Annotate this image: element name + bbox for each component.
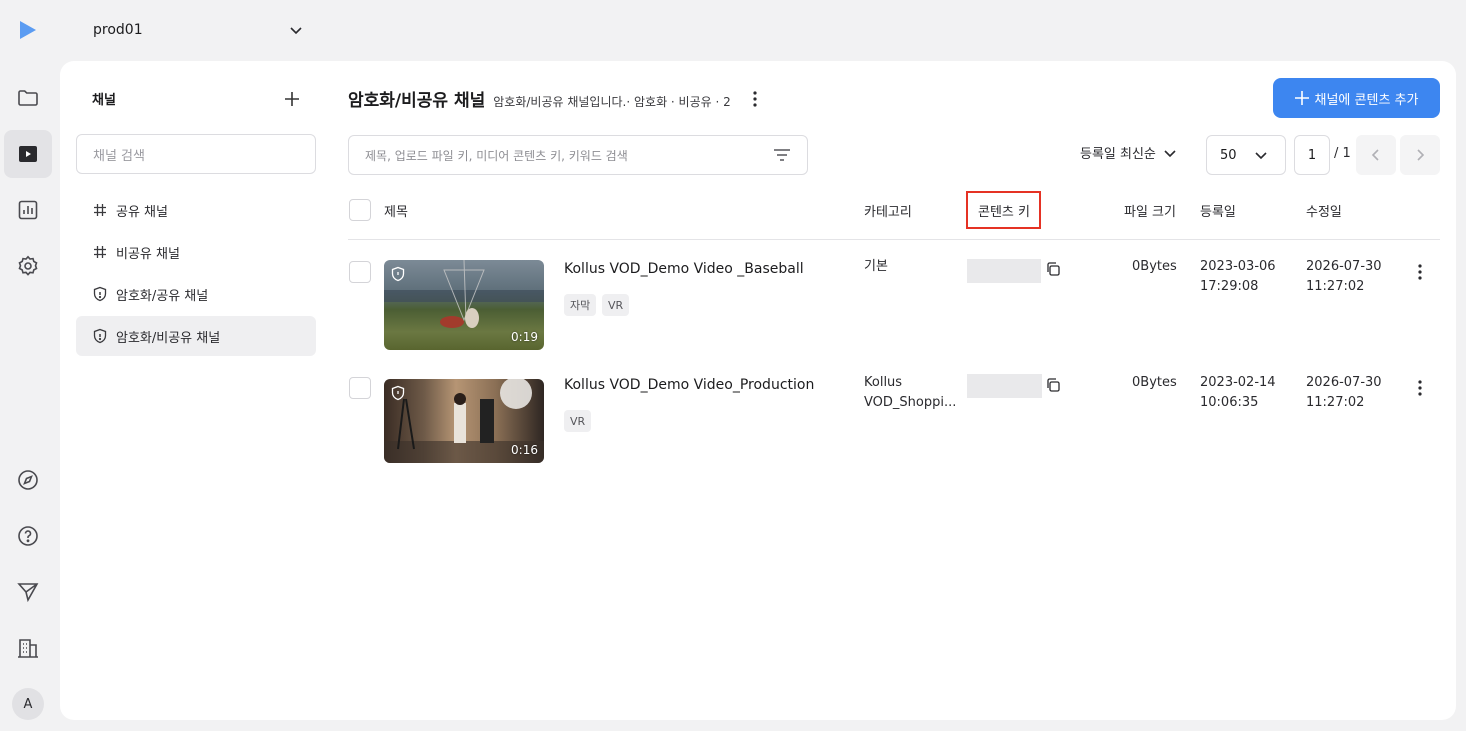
avatar[interactable]: A [12, 688, 44, 720]
sidebar-item-shared[interactable]: 공유 채널 [76, 190, 316, 230]
video-duration: 0:16 [511, 443, 538, 457]
shield-icon [93, 328, 107, 344]
copy-icon[interactable] [1045, 377, 1061, 393]
category-cell: 기본 [864, 259, 888, 274]
video-thumbnail[interactable]: 0:16 [384, 379, 544, 463]
modified-time: 11:27:02 [1306, 279, 1365, 294]
main-card: 채널 채널 검색 공유 채널 비공유 채널 암호화/공유 채널 암호화/비공유 … [60, 61, 1456, 720]
tag-badge: 자막 [564, 294, 597, 316]
page-total: / 1 [1334, 146, 1351, 161]
chevron-down-icon [290, 27, 302, 35]
sidebar-item-encrypted-shared[interactable]: 암호화/공유 채널 [76, 274, 316, 314]
content-search-input[interactable]: 제목, 업로드 파일 키, 미디어 콘텐츠 키, 키워드 검색 [348, 135, 808, 175]
channel-search-input[interactable]: 채널 검색 [76, 134, 316, 174]
next-page-button[interactable] [1400, 135, 1440, 175]
column-header-title[interactable]: 제목 [384, 201, 408, 220]
tag-badge: VR [564, 410, 592, 432]
per-page-value: 50 [1220, 147, 1237, 163]
play-logo-icon[interactable] [17, 19, 39, 41]
column-header-created[interactable]: 등록일 [1200, 201, 1236, 220]
category-cell: VOD_Shoppi... [864, 395, 957, 410]
building-icon[interactable] [4, 624, 52, 672]
modified-time: 11:27:02 [1306, 395, 1365, 410]
chart-icon[interactable] [4, 186, 52, 234]
more-vertical-icon [1418, 264, 1422, 280]
row-checkbox[interactable] [349, 261, 371, 283]
page-title: 암호화/비공유 채널 [348, 91, 486, 111]
shield-icon [391, 385, 405, 401]
row-checkbox[interactable] [349, 377, 371, 399]
workspace-selector[interactable]: prod01 [93, 18, 305, 42]
add-content-button[interactable]: 채널에 콘텐츠 추가 [1273, 78, 1440, 118]
workspace-name: prod01 [93, 22, 143, 38]
highlight-box [966, 191, 1041, 229]
video-icon[interactable] [4, 130, 52, 178]
hash-icon [94, 246, 106, 258]
video-thumbnail[interactable]: 0:19 [384, 260, 544, 350]
page-number-input[interactable]: 1 [1294, 135, 1330, 175]
folder-icon[interactable] [4, 74, 52, 122]
column-header-file-size[interactable]: 파일 크기 [1124, 201, 1176, 220]
video-title[interactable]: Kollus VOD_Demo Video_Production [564, 377, 814, 393]
chevron-down-icon [1255, 152, 1267, 160]
page-description: 암호화/비공유 채널입니다.· 암호화 · 비공유 · 2 [493, 95, 731, 109]
filter-icon[interactable] [773, 148, 791, 162]
page-header: 암호화/비공유 채널 암호화/비공유 채널입니다.· 암호화 · 비공유 · 2 [348, 86, 731, 111]
tag-badge: VR [602, 294, 630, 316]
content-key-cell [967, 259, 1041, 283]
left-rail: A [0, 0, 56, 731]
help-icon[interactable] [4, 512, 52, 560]
sidebar-item-label: 암호화/비공유 채널 [116, 330, 221, 346]
sidebar-item-label: 공유 채널 [116, 204, 168, 220]
sidebar-item-unshared[interactable]: 비공유 채널 [76, 232, 316, 272]
send-icon[interactable] [4, 568, 52, 616]
per-page-select[interactable]: 50 [1206, 135, 1286, 175]
file-size-cell: 0Bytes [1132, 375, 1177, 390]
sort-dropdown[interactable]: 등록일 최신순 [1080, 143, 1178, 162]
select-all-checkbox[interactable] [349, 199, 371, 221]
hash-icon [94, 204, 106, 216]
sort-label: 등록일 최신순 [1080, 147, 1156, 162]
copy-icon[interactable] [1045, 261, 1061, 277]
sidebar-item-label: 암호화/공유 채널 [116, 288, 209, 304]
content-key-cell [967, 374, 1042, 398]
chevron-left-icon [1371, 149, 1379, 161]
search-placeholder: 제목, 업로드 파일 키, 미디어 콘텐츠 키, 키워드 검색 [365, 148, 628, 163]
chevron-down-icon [1164, 149, 1176, 157]
plus-icon [1294, 91, 1309, 105]
shield-icon [391, 266, 405, 282]
modified-date: 2026-07-30 [1306, 375, 1382, 390]
column-header-category[interactable]: 카테고리 [864, 201, 912, 220]
row-more-button[interactable] [1408, 260, 1432, 284]
channel-more-button[interactable] [743, 87, 767, 111]
created-time: 10:06:35 [1200, 395, 1259, 410]
created-time: 17:29:08 [1200, 279, 1259, 294]
more-vertical-icon [753, 91, 757, 107]
video-title[interactable]: Kollus VOD_Demo Video _Baseball [564, 261, 804, 277]
video-duration: 0:19 [511, 330, 538, 344]
chevron-right-icon [1417, 149, 1425, 161]
column-header-modified[interactable]: 수정일 [1306, 201, 1342, 220]
shield-icon [93, 286, 107, 302]
header-divider [348, 239, 1440, 240]
modified-date: 2026-07-30 [1306, 259, 1382, 274]
plus-icon [285, 92, 299, 106]
created-date: 2023-02-14 [1200, 375, 1276, 390]
add-content-label: 채널에 콘텐츠 추가 [1314, 92, 1419, 108]
prev-page-button[interactable] [1356, 135, 1396, 175]
channels-title: 채널 [92, 93, 116, 108]
category-cell: Kollus [864, 375, 903, 390]
row-more-button[interactable] [1408, 376, 1432, 400]
sidebar-item-label: 비공유 채널 [116, 246, 180, 262]
created-date: 2023-03-06 [1200, 259, 1276, 274]
more-vertical-icon [1418, 380, 1422, 396]
compass-icon[interactable] [4, 456, 52, 504]
sidebar-item-encrypted-unshared[interactable]: 암호화/비공유 채널 [76, 316, 316, 356]
file-size-cell: 0Bytes [1132, 259, 1177, 274]
add-channel-button[interactable] [280, 87, 304, 111]
settings-icon[interactable] [4, 242, 52, 290]
